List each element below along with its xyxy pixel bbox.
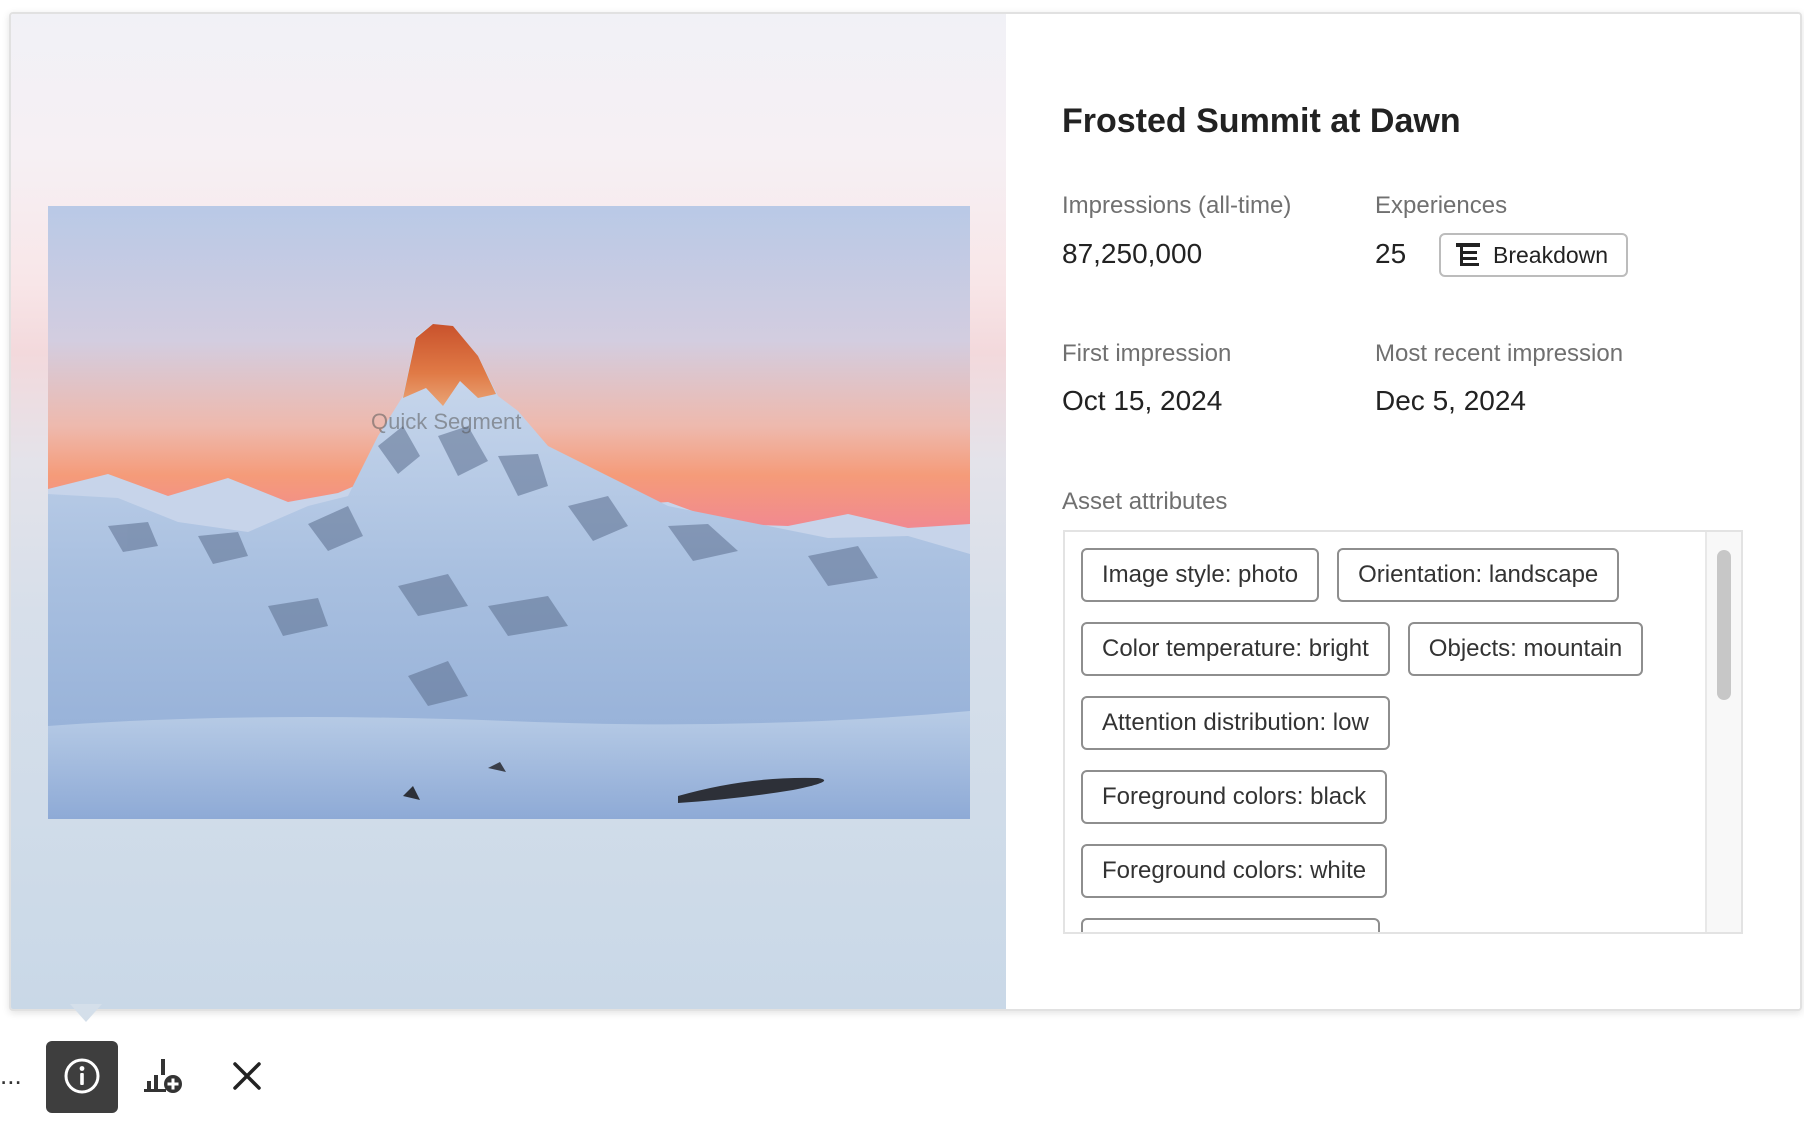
attributes-scrollbar[interactable] bbox=[1705, 532, 1741, 932]
attribute-tag: Attention distribution: low bbox=[1081, 696, 1390, 750]
popover-pointer bbox=[70, 1004, 102, 1022]
impressions-label: Impressions (all-time) bbox=[1062, 192, 1292, 219]
asset-attributes-list[interactable]: Image style: photo Orientation: landscap… bbox=[1063, 530, 1743, 934]
info-icon bbox=[62, 1056, 102, 1099]
attribute-tag: Foreground colors: white bbox=[1081, 844, 1388, 898]
attributes-scrollbar-thumb[interactable] bbox=[1717, 550, 1731, 700]
breakdown-button[interactable]: Breakdown bbox=[1439, 233, 1629, 277]
recent-impression-label: Most recent impression bbox=[1375, 340, 1624, 367]
recent-impression-value: Dec 5, 2024 bbox=[1375, 385, 1526, 416]
experiences-label: Experiences bbox=[1375, 192, 1508, 219]
add-to-chart-icon bbox=[142, 1055, 188, 1100]
attribute-tag: Image style: photo bbox=[1081, 548, 1320, 602]
attribute-tag: Objects: mountain bbox=[1407, 622, 1644, 676]
asset-details-pane: Frosted Summit at Dawn Impressions (all-… bbox=[1006, 14, 1800, 1009]
attribute-tag: Orientation: landscape bbox=[1337, 548, 1620, 602]
first-impression-label: First impression bbox=[1062, 340, 1232, 367]
attribute-tag: Background colors: blue bbox=[1081, 918, 1381, 932]
asset-image bbox=[48, 206, 970, 819]
breakdown-label: Breakdown bbox=[1493, 241, 1609, 268]
more-ellipsis[interactable]: ... bbox=[0, 1060, 22, 1091]
asset-preview-pane: Quick Segment bbox=[11, 14, 1006, 1009]
attribute-tag: Color temperature: bright bbox=[1081, 622, 1390, 676]
add-to-chart-button[interactable] bbox=[129, 1041, 201, 1113]
asset-attributes-label: Asset attributes bbox=[1062, 488, 1228, 515]
attribute-tag: Foreground colors: black bbox=[1081, 770, 1388, 824]
hierarchy-icon bbox=[1455, 242, 1481, 268]
close-button[interactable] bbox=[211, 1041, 283, 1113]
quick-segment-overlay-text: Quick Segment bbox=[371, 409, 522, 434]
first-impression-value: Oct 15, 2024 bbox=[1062, 385, 1223, 416]
impressions-value: 87,250,000 bbox=[1062, 238, 1203, 269]
asset-details-popover: Quick Segment Frosted Summit at Dawn Imp… bbox=[9, 12, 1802, 1011]
info-button[interactable] bbox=[46, 1041, 118, 1113]
asset-title: Frosted Summit at Dawn bbox=[1062, 102, 1461, 140]
experiences-value: 25 bbox=[1375, 238, 1407, 269]
close-icon bbox=[231, 1060, 263, 1095]
